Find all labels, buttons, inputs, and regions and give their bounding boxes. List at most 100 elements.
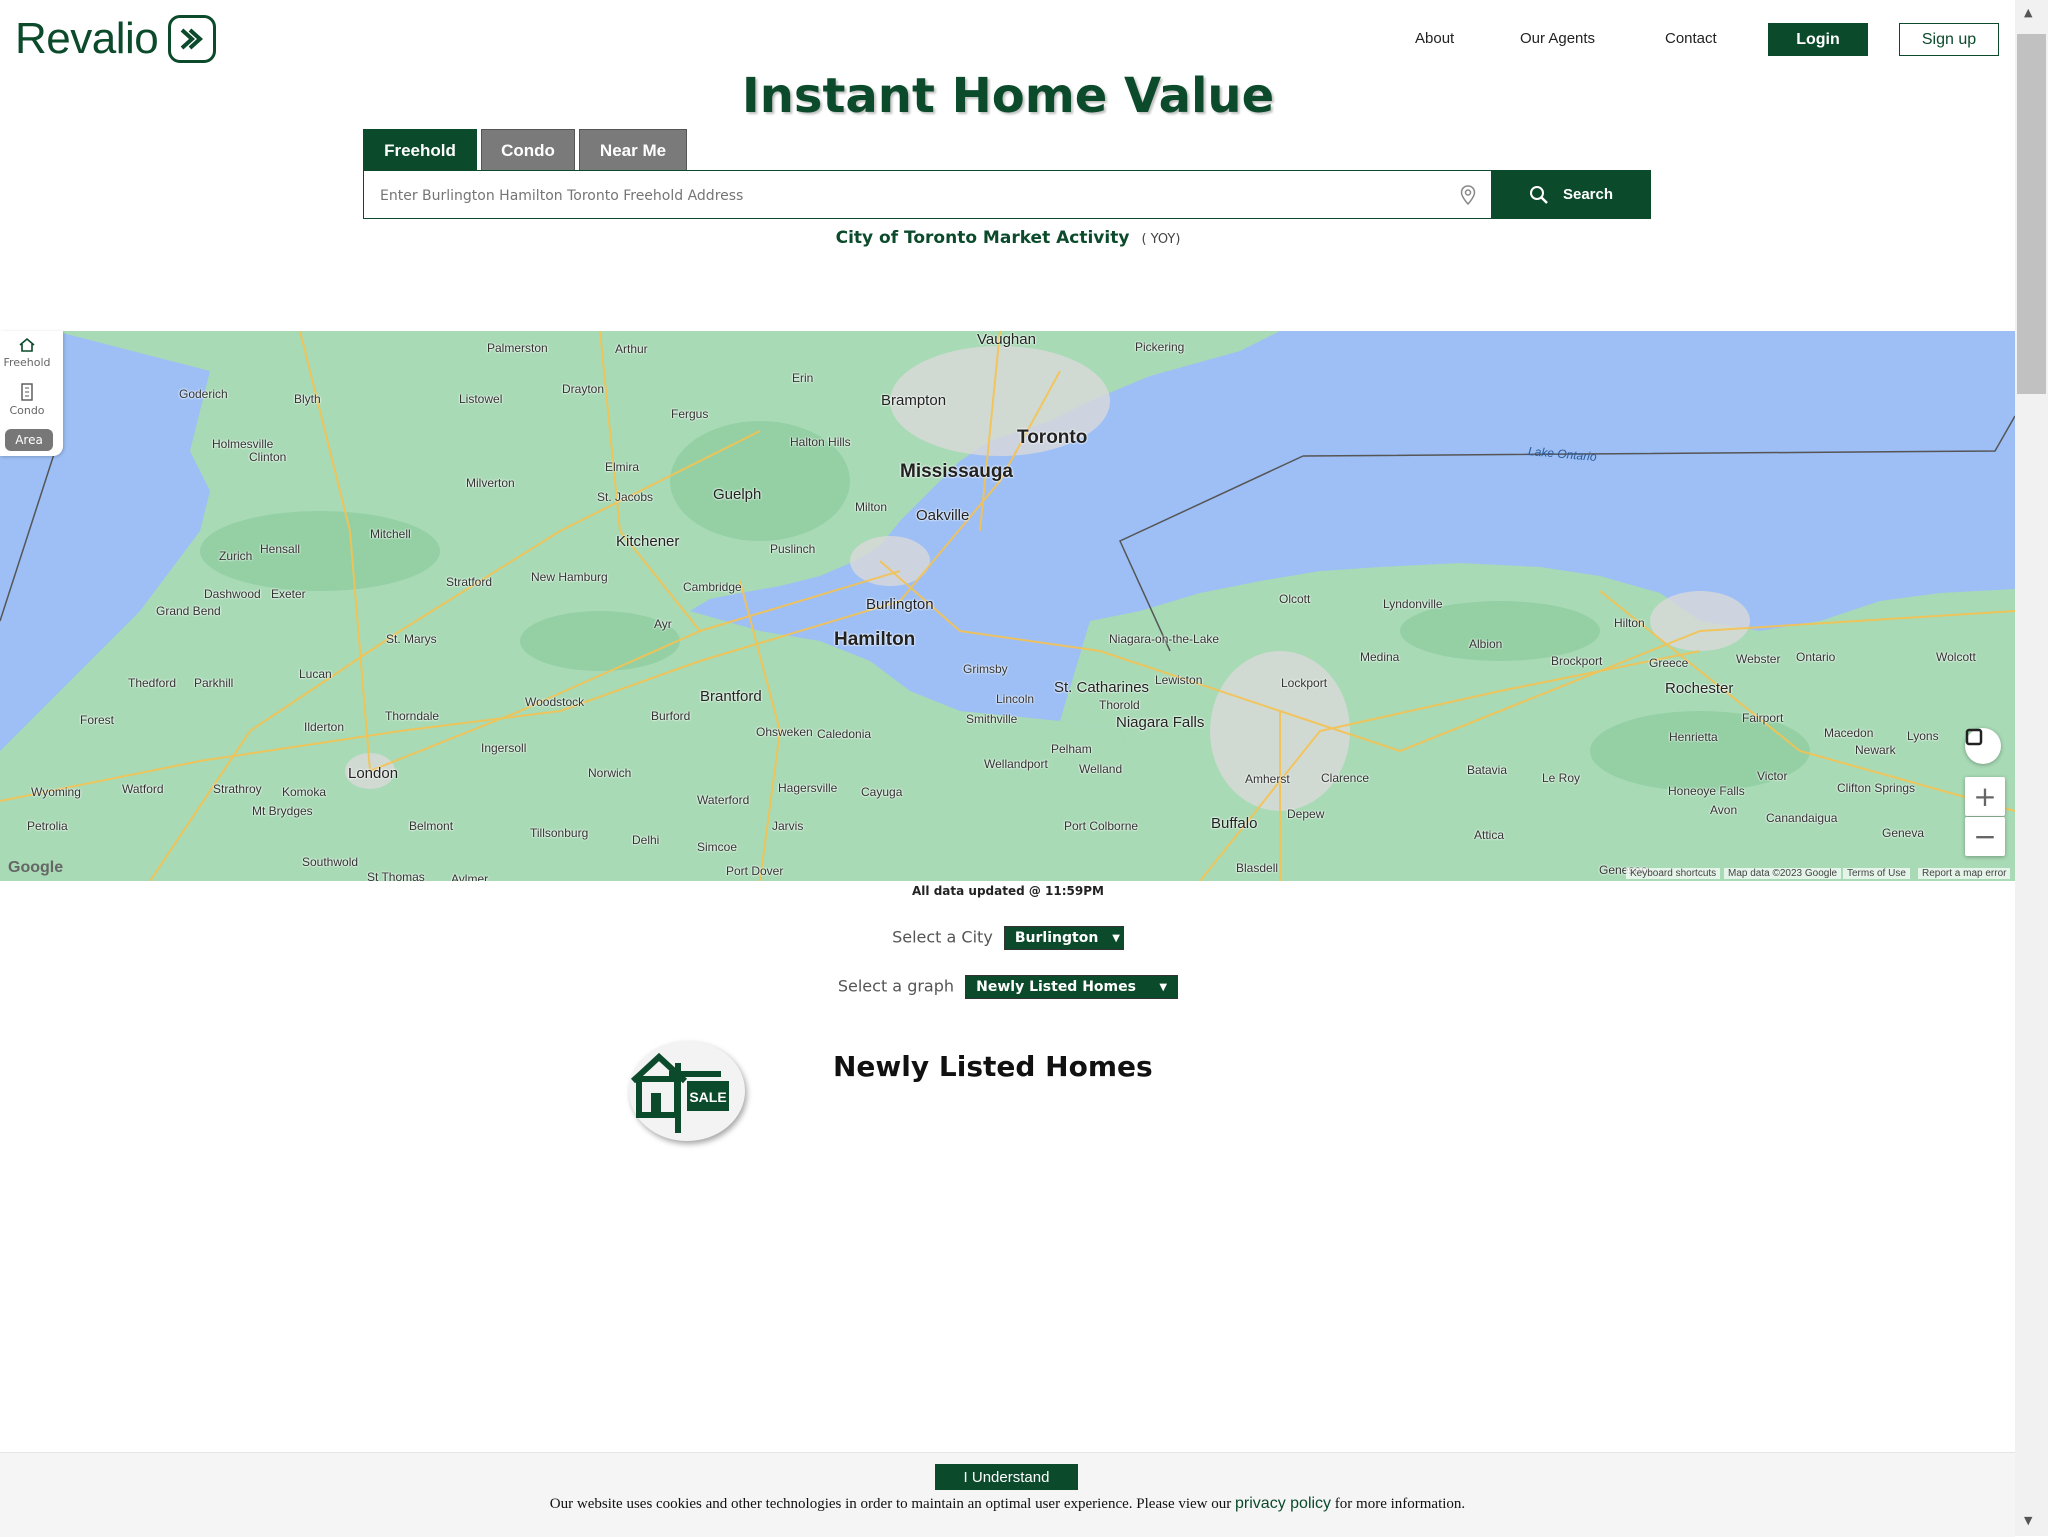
map-label: Victor (1757, 769, 1788, 783)
map-label: Cayuga (861, 785, 903, 799)
map-label: Pelham (1051, 742, 1092, 756)
map-label: Newark (1855, 743, 1896, 757)
nav-our-agents[interactable]: Our Agents (1520, 30, 1595, 47)
map-label: Lyndonville (1383, 597, 1443, 611)
address-search-input[interactable] (378, 171, 1442, 220)
map-label: Buffalo (1211, 815, 1258, 832)
map-label: Wellandport (984, 757, 1048, 771)
map-label: Tillsonburg (530, 826, 589, 840)
map-label: Ontario (1796, 650, 1836, 664)
tab-condo[interactable]: Condo (481, 129, 575, 171)
nav-about[interactable]: About (1415, 30, 1454, 47)
map-label: Jarvis (772, 819, 804, 833)
map-label: Clarence (1321, 771, 1370, 785)
map-label: Thedford (128, 676, 177, 690)
signup-button[interactable]: Sign up (1899, 23, 1999, 56)
report-map-error-link[interactable]: Report a map error (1918, 868, 2011, 879)
map-label: Smithville (966, 712, 1018, 726)
page-title: Instant Home Value (741, 68, 1275, 124)
rail-freehold-label: Freehold (3, 356, 51, 369)
terms-of-use-link[interactable]: Terms of Use (1843, 868, 1910, 879)
sale-text: SALE (689, 1089, 726, 1105)
map-label: Fergus (671, 407, 709, 421)
map-label: Niagara-on-the-Lake (1109, 632, 1220, 646)
zoom-in-button[interactable]: + (1965, 777, 2005, 816)
map-label: Drayton (562, 382, 605, 396)
map-label: Hensall (260, 542, 301, 556)
nav-contact[interactable]: Contact (1665, 30, 1717, 47)
map-label: Lincoln (996, 692, 1035, 706)
map-label: Fairport (1742, 711, 1784, 725)
map-label: Attica (1474, 828, 1505, 842)
map-label: Toronto (1017, 427, 1088, 448)
map-label: Grand Bend (156, 604, 221, 618)
map-label: Thorold (1099, 698, 1140, 712)
area-toggle[interactable]: Area (5, 429, 53, 451)
map-label: Stratford (446, 575, 493, 589)
map-label: Elmira (605, 460, 640, 474)
map-label: Blyth (294, 392, 321, 406)
map-label: Caledonia (817, 727, 872, 741)
location-pin-icon[interactable] (1460, 185, 1476, 209)
map-label: Brantford (700, 688, 762, 705)
cookie-accept-button[interactable]: I Understand (935, 1464, 1078, 1490)
map-label: Waterford (697, 793, 750, 807)
graph-select-value: Newly Listed Homes (976, 979, 1136, 995)
login-button[interactable]: Login (1768, 23, 1868, 56)
map-label: Aylmer (451, 872, 489, 881)
scroll-down-icon[interactable]: ▼ (2024, 1514, 2032, 1527)
map-label: Henrietta (1669, 730, 1718, 744)
draw-area-button[interactable] (1965, 728, 2001, 764)
market-title: City of Toronto Market Activity (835, 228, 1130, 248)
keyboard-shortcuts-link[interactable]: Keyboard shortcuts (1626, 868, 1721, 879)
map-label: Rochester (1665, 680, 1734, 697)
logo[interactable]: Revalio (15, 14, 217, 64)
map-label: Greece (1649, 656, 1689, 670)
map-label: Hamilton (834, 629, 916, 650)
map-label: Komoka (282, 785, 327, 799)
map-label: Dashwood (204, 587, 261, 601)
privacy-policy-link[interactable]: privacy policy (1235, 1495, 1331, 1512)
map-label: Milverton (466, 476, 515, 490)
building-icon (21, 383, 33, 401)
zoom-out-button[interactable]: − (1965, 817, 2005, 856)
rail-freehold[interactable]: Freehold (0, 337, 54, 369)
map-label: Kitchener (616, 533, 680, 550)
map-label: Listowel (459, 392, 503, 406)
graph-select[interactable]: Newly Listed Homes ▼ (965, 975, 1179, 999)
tab-freehold[interactable]: Freehold (363, 129, 477, 171)
map-label: Le Roy (1542, 771, 1581, 785)
cookie-banner: I Understand Our website uses cookies an… (0, 1452, 2015, 1537)
map-label: Palmerston (487, 341, 548, 355)
map-label: Zurich (219, 549, 253, 563)
search-button[interactable]: Search (1491, 170, 1651, 219)
map-label: Mt Brydges (252, 804, 313, 818)
city-select[interactable]: Burlington ▼ (1003, 926, 1124, 950)
scroll-up-icon[interactable]: ▲ (2024, 6, 2032, 19)
map-label: Simcoe (697, 840, 738, 854)
search-button-label: Search (1562, 186, 1614, 203)
map-label: Norwich (588, 766, 632, 780)
scrollbar-thumb[interactable] (2017, 34, 2046, 394)
map-label: London (348, 765, 399, 782)
map-label: Holmesville (212, 437, 274, 451)
map-data-attribution: Map data ©2023 Google (1724, 868, 1842, 879)
map-label: Depew (1287, 807, 1325, 821)
map-label: Avon (1710, 803, 1738, 817)
map-label: Ohsweken (756, 725, 813, 739)
map-label: Mitchell (370, 527, 411, 541)
map-label: Lockport (1281, 676, 1328, 690)
map-label: Puslinch (770, 542, 816, 556)
map[interactable]: Toronto Mississauga Hamilton Brampton Oa… (0, 331, 2015, 881)
map-label: St. Catharines (1054, 679, 1150, 696)
tab-near-me[interactable]: Near Me (579, 129, 687, 171)
map-label: Hilton (1614, 616, 1645, 630)
market-activity-heading: City of Toronto Market Activity ( YOY) (0, 228, 2016, 248)
map-label: Pickering (1135, 340, 1185, 354)
chevron-down-icon: ▼ (1159, 981, 1168, 993)
map-label: Honeoye Falls (1668, 784, 1745, 798)
sale-sign-icon: SALE (629, 1041, 745, 1141)
map-label: Strathroy (213, 782, 262, 796)
rail-condo[interactable]: Condo (0, 383, 54, 417)
map-label: Welland (1079, 762, 1123, 776)
